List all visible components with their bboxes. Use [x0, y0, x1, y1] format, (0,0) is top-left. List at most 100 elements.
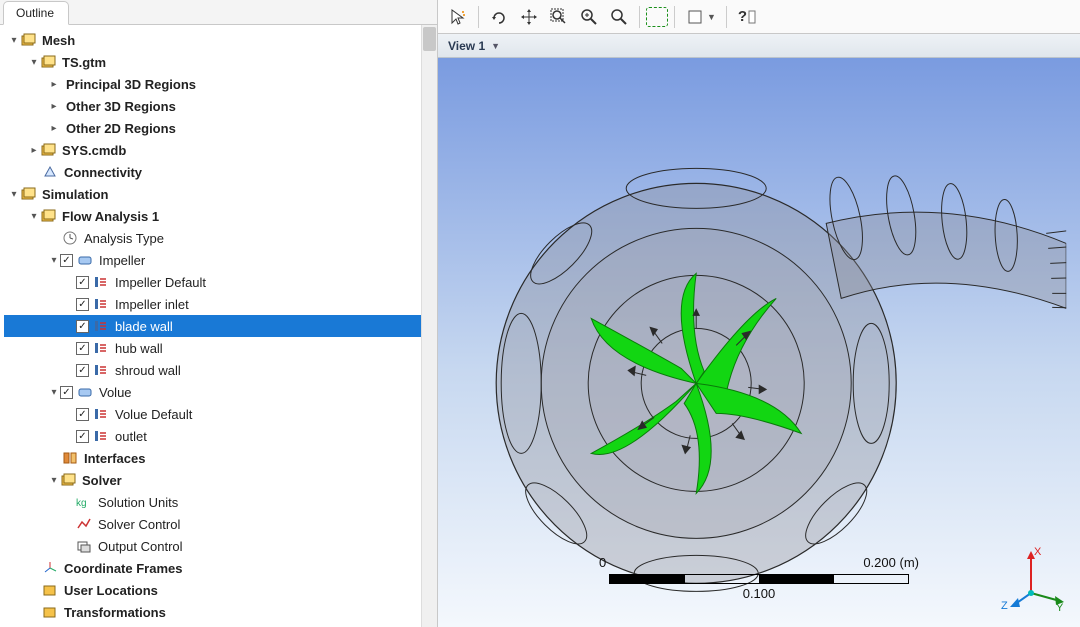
checkbox[interactable]: ✓: [76, 364, 89, 377]
checkbox[interactable]: ✓: [76, 408, 89, 421]
domain-icon: [77, 384, 93, 400]
tree-node-interfaces[interactable]: Interfaces: [4, 447, 437, 469]
tree-node-transformations[interactable]: Transformations: [4, 601, 437, 623]
viewport-toolbar: ▼ ?: [438, 0, 1080, 34]
checkbox[interactable]: ✓: [60, 254, 73, 267]
control-icon: [76, 516, 92, 532]
pan-tool-button[interactable]: [515, 4, 543, 30]
checkbox[interactable]: ✓: [76, 320, 89, 333]
file-icon: [40, 54, 56, 70]
checkbox[interactable]: ✓: [76, 298, 89, 311]
tree-label: Solver: [80, 473, 122, 488]
boundary-icon: [93, 296, 109, 312]
tree-node-output-control[interactable]: Output Control: [4, 535, 437, 557]
tree-node-hub-wall[interactable]: ✓ hub wall: [4, 337, 437, 359]
tree-label: blade wall: [113, 319, 173, 334]
tree-label: shroud wall: [113, 363, 181, 378]
tree-label: Analysis Type: [82, 231, 164, 246]
tree-label: Other 3D Regions: [64, 99, 176, 114]
caret-icon[interactable]: ▾: [48, 475, 60, 486]
view-header[interactable]: View 1 ▼: [438, 34, 1080, 58]
tree-node-shroud-wall[interactable]: ✓ shroud wall: [4, 359, 437, 381]
tree-node-blade-wall[interactable]: ✓ blade wall: [4, 315, 437, 337]
tree-node-mesh[interactable]: ▾ Mesh: [4, 29, 437, 51]
tree-node-impeller[interactable]: ▾ ✓ Impeller: [4, 249, 437, 271]
tree-node-volue-default[interactable]: ✓ Volue Default: [4, 403, 437, 425]
tree-label: TS.gtm: [60, 55, 106, 70]
clock-icon: [62, 230, 78, 246]
tree-node-impeller-default[interactable]: ✓ Impeller Default: [4, 271, 437, 293]
tree-label: Simulation: [40, 187, 108, 202]
toolbar-separator: [478, 6, 479, 28]
tree-label: Impeller inlet: [113, 297, 189, 312]
toolbar-separator: [639, 6, 640, 28]
caret-icon[interactable]: ▾: [28, 211, 40, 222]
tree-label: SYS.cmdb: [60, 143, 126, 158]
tree-label: Impeller: [97, 253, 145, 268]
zoom-in-button[interactable]: [575, 4, 603, 30]
tree-node-solver-control[interactable]: Solver Control: [4, 513, 437, 535]
tree-label: Solution Units: [96, 495, 178, 510]
tree-scrollbar[interactable]: [421, 25, 437, 627]
dropdown-arrow-icon[interactable]: ▼: [491, 41, 500, 51]
tree-node-outlet[interactable]: ✓ outlet: [4, 425, 437, 447]
help-button[interactable]: ?: [733, 4, 761, 30]
box-select-button[interactable]: [646, 7, 668, 27]
tree-node-other-3d[interactable]: ▸ Other 3D Regions: [4, 95, 437, 117]
zoom-fit-button[interactable]: [605, 4, 633, 30]
tree-node-analysis-type[interactable]: Analysis Type: [4, 227, 437, 249]
tree-node-principal-3d[interactable]: ▸ Principal 3D Regions: [4, 73, 437, 95]
checkbox[interactable]: ✓: [76, 430, 89, 443]
outline-tab-bar: Outline: [0, 0, 437, 25]
interfaces-icon: [62, 450, 78, 466]
caret-icon[interactable]: ▾: [28, 57, 40, 68]
tree-label: Coordinate Frames: [62, 561, 182, 576]
scale-unit: (m): [900, 555, 920, 570]
tree-node-volue[interactable]: ▾ ✓ Volue: [4, 381, 437, 403]
tree-node-simulation[interactable]: ▾ Simulation: [4, 183, 437, 205]
tree-label: Impeller Default: [113, 275, 206, 290]
caret-icon[interactable]: ▸: [48, 123, 60, 134]
checkbox[interactable]: ✓: [60, 386, 73, 399]
scale-zero: 0: [599, 555, 606, 570]
tree-node-flow-analysis[interactable]: ▾ Flow Analysis 1: [4, 205, 437, 227]
caret-icon[interactable]: ▸: [48, 79, 60, 90]
tree-node-other-2d[interactable]: ▸ Other 2D Regions: [4, 117, 437, 139]
tree-node-solution-units[interactable]: kg Solution Units: [4, 491, 437, 513]
checkbox[interactable]: ✓: [76, 342, 89, 355]
tree-node-impeller-inlet[interactable]: ✓ Impeller inlet: [4, 293, 437, 315]
caret-icon[interactable]: ▸: [28, 145, 40, 156]
boundary-icon: [93, 362, 109, 378]
axis-triad[interactable]: X Y Z: [996, 543, 1066, 613]
svg-text:Y: Y: [1056, 602, 1064, 613]
geometry-view: [438, 93, 1066, 613]
checkbox[interactable]: ✓: [76, 276, 89, 289]
toolbar-separator: [726, 6, 727, 28]
pick-tool-button[interactable]: [444, 4, 472, 30]
tree-node-ts-gtm[interactable]: ▾ TS.gtm: [4, 51, 437, 73]
tree-node-connectivity[interactable]: Connectivity: [4, 161, 437, 183]
rotate-tool-button[interactable]: [485, 4, 513, 30]
tree-node-coord-frames[interactable]: Coordinate Frames: [4, 557, 437, 579]
face-color-button[interactable]: [681, 4, 709, 30]
caret-icon[interactable]: ▾: [48, 387, 60, 398]
tree-label: User Locations: [62, 583, 158, 598]
caret-icon[interactable]: ▾: [8, 189, 20, 200]
outline-tab[interactable]: Outline: [3, 1, 69, 25]
tree-label: Volue: [97, 385, 132, 400]
svg-text:X: X: [1034, 546, 1042, 558]
zoom-box-button[interactable]: [545, 4, 573, 30]
tree-label: outlet: [113, 429, 147, 444]
caret-icon[interactable]: ▾: [8, 35, 20, 46]
tree-node-sys-cmdb[interactable]: ▸ SYS.cmdb: [4, 139, 437, 161]
caret-icon[interactable]: ▾: [48, 255, 60, 266]
outline-tree[interactable]: ▾ Mesh ▾ TS.gtm ▸ Principal 3D Regions ▸: [0, 25, 437, 627]
caret-icon[interactable]: ▸: [48, 101, 60, 112]
tree-label: Solver Control: [96, 517, 180, 532]
viewport-3d[interactable]: 0 0.200 (m) 0.100 X Y: [438, 58, 1080, 627]
domain-icon: [77, 252, 93, 268]
dropdown-arrow-icon[interactable]: ▼: [707, 12, 716, 22]
tree-node-solver[interactable]: ▾ Solver: [4, 469, 437, 491]
view-label: View 1: [448, 39, 485, 53]
tree-node-user-locations[interactable]: User Locations: [4, 579, 437, 601]
